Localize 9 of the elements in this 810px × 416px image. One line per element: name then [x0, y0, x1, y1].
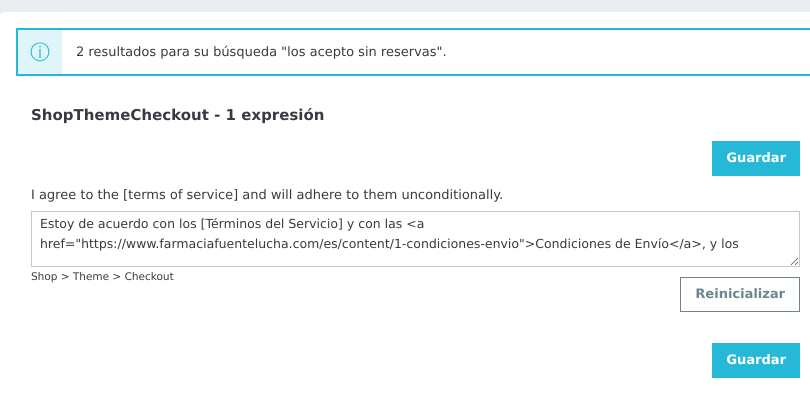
section-title: ShopThemeCheckout - 1 expresión: [31, 106, 326, 124]
alert-message: 2 resultados para su búsqueda "los acepto sin reservas".: [76, 44, 447, 60]
save-button[interactable]: Guardar: [712, 141, 800, 176]
info-icon: ⓘ: [30, 42, 50, 62]
save-button[interactable]: Guardar: [712, 343, 800, 378]
translation-field[interactable]: Estoy de acuerdo con los [Términos del Servicio] y con las <a href="https://www.farmaciafuentelucha.com/es/content/1-condiciones-envio">Condiciones de Envío</a>, y los: [31, 211, 800, 267]
source-text: I agree to the [terms of service] and will adhere to them unconditionally.: [31, 188, 504, 203]
breadcrumb: Shop > Theme > Checkout: [31, 271, 175, 283]
reset-button[interactable]: Reinicializar: [680, 277, 800, 312]
